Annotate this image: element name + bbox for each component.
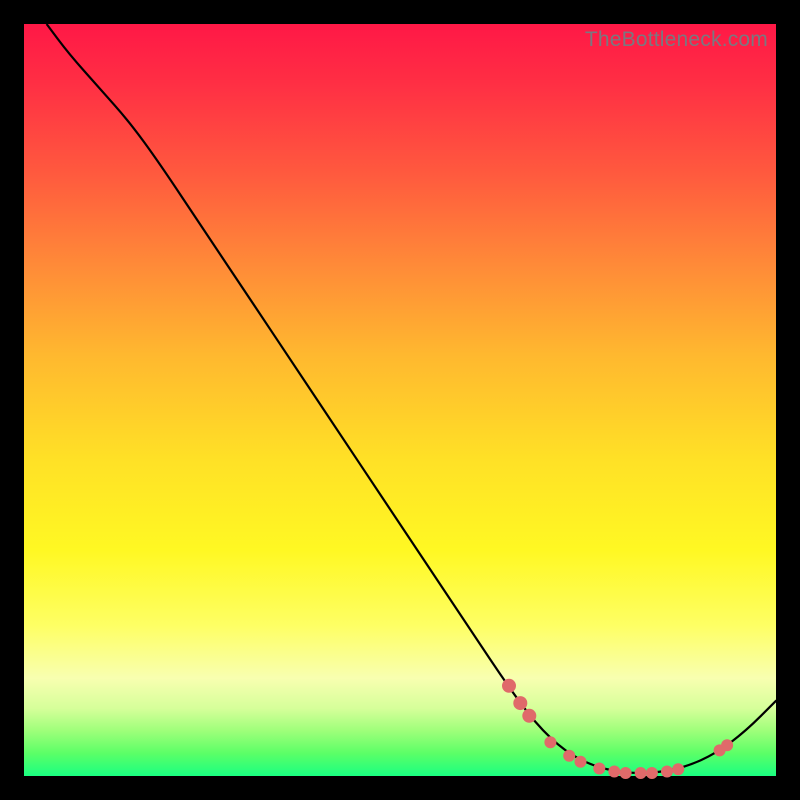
data-marker bbox=[620, 767, 632, 779]
data-marker bbox=[646, 767, 658, 779]
curve-markers bbox=[502, 679, 733, 779]
data-marker bbox=[522, 709, 536, 723]
curve-svg bbox=[24, 24, 776, 776]
data-marker bbox=[672, 763, 684, 775]
data-marker bbox=[575, 756, 587, 768]
data-marker bbox=[544, 736, 556, 748]
data-marker bbox=[635, 767, 647, 779]
data-marker bbox=[608, 766, 620, 778]
data-marker bbox=[593, 763, 605, 775]
data-marker bbox=[502, 679, 516, 693]
data-marker bbox=[513, 696, 527, 710]
plot-area: TheBottleneck.com bbox=[24, 24, 776, 776]
data-marker bbox=[661, 766, 673, 778]
data-marker bbox=[563, 750, 575, 762]
bottleneck-curve bbox=[47, 24, 776, 773]
chart-frame: TheBottleneck.com bbox=[0, 0, 800, 800]
data-marker bbox=[721, 739, 733, 751]
